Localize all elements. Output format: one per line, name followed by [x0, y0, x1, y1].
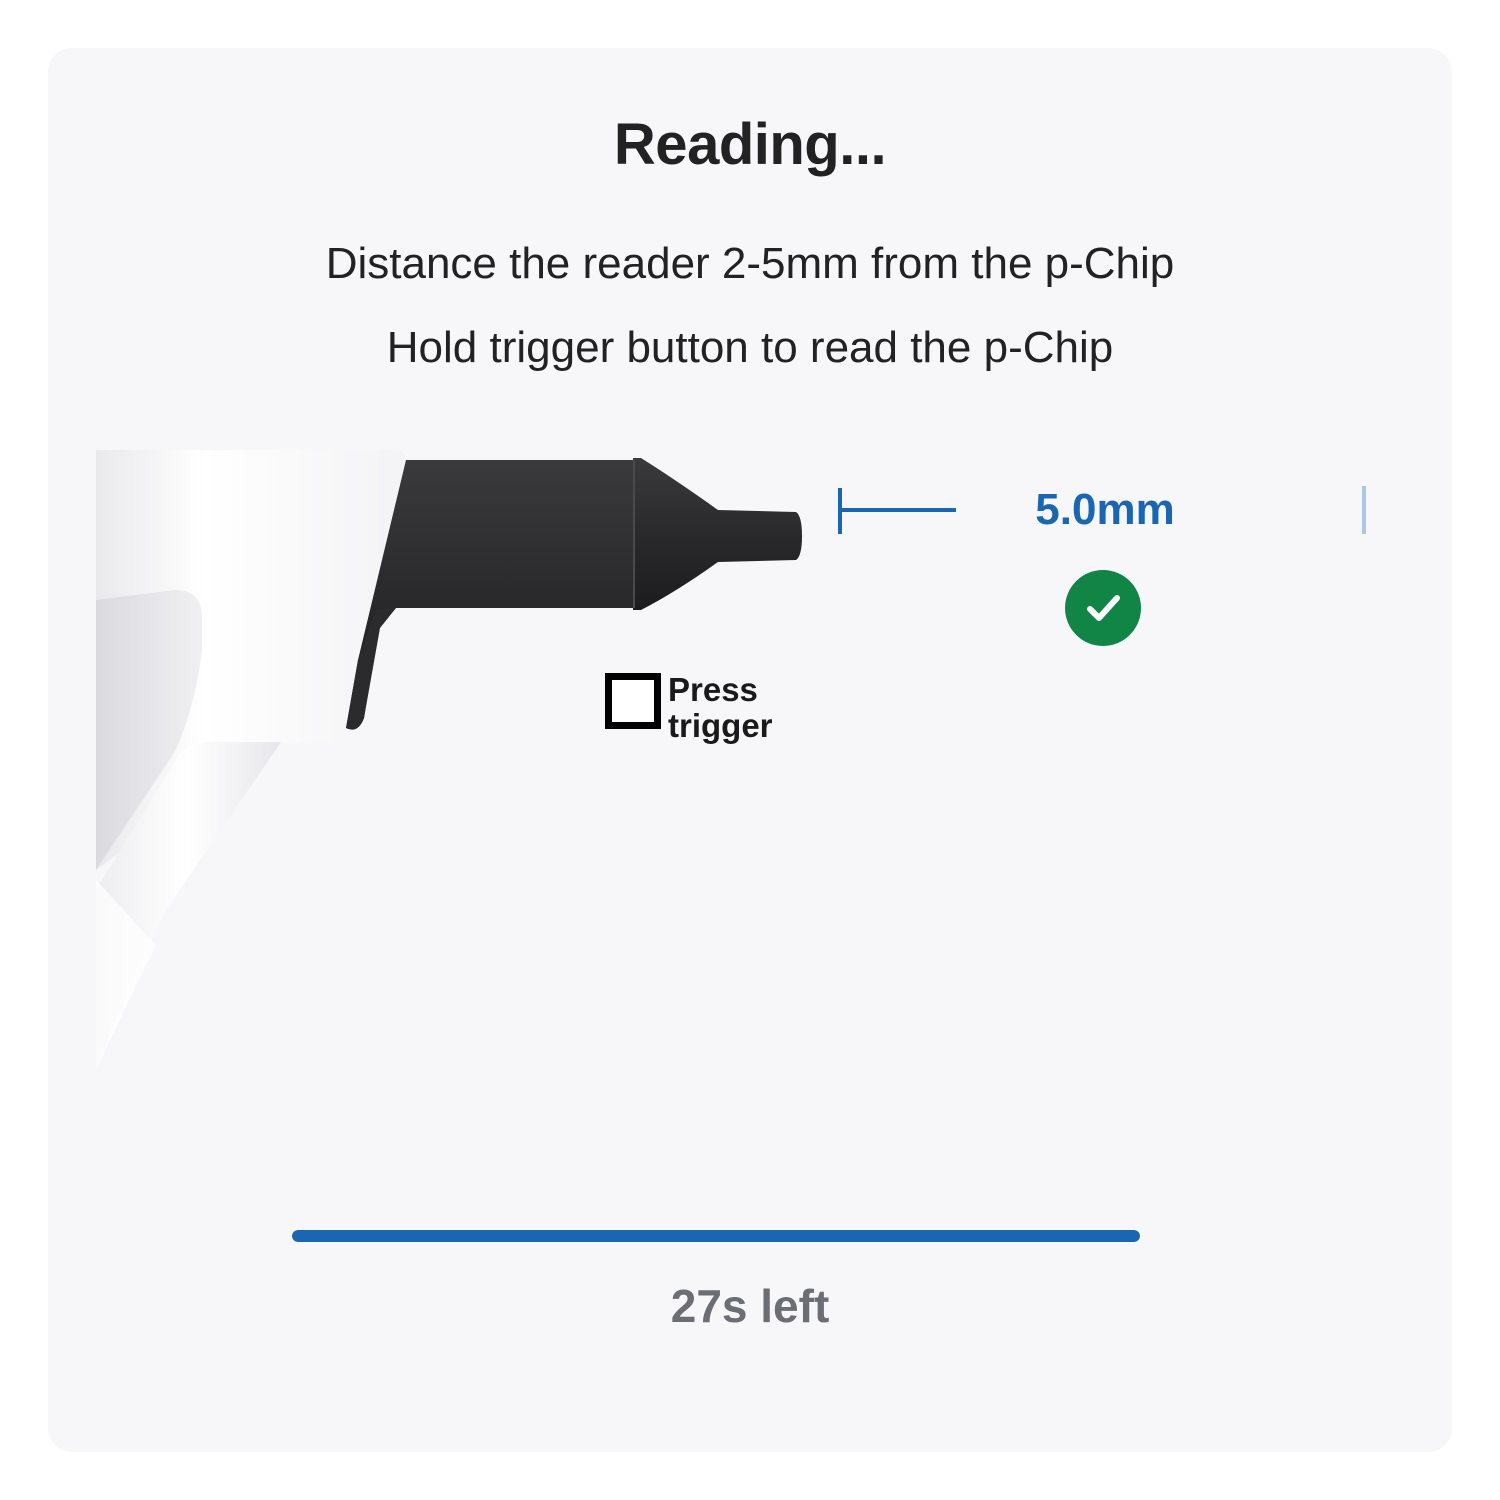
press-trigger-label: Press trigger [668, 672, 773, 744]
check-circle-icon [1065, 570, 1141, 646]
press-trigger-label-line2: trigger [668, 707, 773, 744]
page-title: Reading... [613, 112, 887, 177]
time-remaining: 27s left [670, 1280, 830, 1332]
reader-nozzle [633, 458, 802, 610]
instruction-trigger: Hold trigger button to read the p-Chip [386, 323, 1114, 372]
timer-progress-fill [292, 1230, 1140, 1242]
press-trigger-label-line1: Press [668, 671, 758, 708]
reader-device-image [96, 450, 1366, 1070]
instruction-distance: Distance the reader 2-5mm from the p-Chi… [325, 239, 1175, 288]
reader-illustration [96, 450, 1404, 1158]
distance-value: 5.0mm [1035, 485, 1175, 534]
timer-progress-bar [292, 1230, 1140, 1242]
press-trigger-checkbox[interactable] [605, 673, 661, 729]
